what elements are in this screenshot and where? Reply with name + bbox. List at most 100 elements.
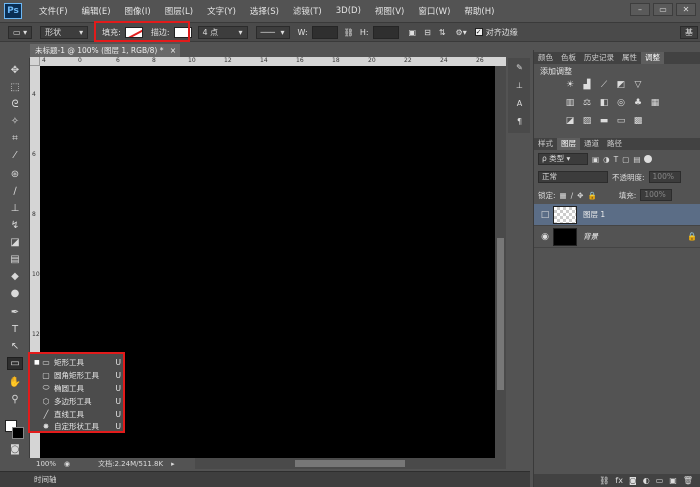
marquee-tool-icon[interactable]: ⬚ (7, 81, 23, 94)
workspace-button[interactable]: 基 (680, 25, 698, 39)
invert-icon[interactable]: ◪ (564, 116, 576, 126)
ellipse-tool-item[interactable]: ⬭ 椭圆工具 U (34, 382, 121, 394)
color-lookup-icon[interactable]: ▦ (649, 98, 661, 108)
lock-position-icon[interactable]: ✥ (577, 191, 583, 200)
new-layer-icon[interactable]: ▣ (669, 476, 677, 485)
hue-saturation-icon[interactable]: ▥ (564, 98, 576, 108)
crop-tool-icon[interactable]: ⌗ (7, 132, 23, 145)
zoom-tool-icon[interactable]: ⚲ (7, 393, 23, 406)
filter-toggle-icon[interactable] (644, 155, 653, 163)
threshold-icon[interactable]: ▬ (598, 116, 610, 126)
timeline-panel-tab[interactable]: 时间轴 (0, 471, 530, 487)
menu-file[interactable]: 文件(F) (32, 5, 75, 17)
tab-channels[interactable]: 通道 (580, 138, 603, 150)
chevron-right-icon[interactable]: ▸ (171, 460, 175, 468)
path-arrangement-icon[interactable]: ⇅ (439, 28, 446, 37)
tab-history[interactable]: 历史记录 (580, 52, 618, 64)
menu-select[interactable]: 选择(S) (243, 5, 286, 17)
visibility-toggle[interactable]: □ (537, 210, 553, 220)
menu-image[interactable]: 图像(I) (118, 5, 158, 17)
document-tab[interactable]: 未标题-1 @ 100% (图层 1, RGB/8) * × (30, 44, 180, 57)
opacity-input[interactable]: 100% (648, 171, 681, 183)
menu-edit[interactable]: 编辑(E) (75, 5, 118, 17)
type-tool-icon[interactable]: T (7, 323, 23, 336)
rounded-rectangle-tool-item[interactable]: ▢ 圆角矩形工具 U (34, 369, 121, 381)
eye-icon[interactable]: ◉ (537, 232, 553, 242)
width-input[interactable] (311, 25, 338, 39)
curves-icon[interactable]: ⟋ (598, 80, 610, 90)
brush-presets-icon[interactable]: ✎ (514, 62, 525, 73)
menu-help[interactable]: 帮助(H) (457, 5, 501, 17)
minimize-button[interactable]: – (630, 3, 650, 16)
black-white-icon[interactable]: ◧ (598, 98, 610, 108)
pen-tool-icon[interactable]: ✒ (7, 306, 23, 319)
layer-style-icon[interactable]: fx (615, 476, 623, 485)
healing-brush-tool-icon[interactable]: ⊛ (7, 168, 23, 181)
paragraph-icon[interactable]: ¶ (514, 116, 525, 127)
character-icon[interactable]: A (514, 98, 525, 109)
link-icon[interactable]: ⛓ (344, 28, 354, 37)
gear-icon[interactable]: ⚙▾ (456, 28, 467, 37)
fill-input[interactable]: 100% (640, 189, 673, 201)
background-color-swatch[interactable] (12, 427, 24, 439)
rectangle-tool-icon[interactable]: ▭ (7, 357, 23, 370)
tab-layers[interactable]: 图层 (557, 138, 580, 150)
blend-mode-select[interactable]: 正常 (538, 171, 608, 183)
channel-mixer-icon[interactable]: ♣ (632, 98, 644, 108)
tool-preset-picker[interactable]: ▭ ▾ (8, 25, 33, 39)
restore-button[interactable]: ▭ (653, 3, 673, 16)
lasso-tool-icon[interactable]: ᘓ (7, 98, 23, 111)
scrollbar-thumb[interactable] (497, 238, 504, 390)
mode-select[interactable]: 形状 ▾ (40, 25, 89, 39)
layer-mask-icon[interactable]: ◙ (629, 476, 637, 485)
vibrance-icon[interactable]: ▽ (632, 80, 644, 90)
move-tool-icon[interactable]: ✥ (7, 64, 23, 77)
dodge-tool-icon[interactable]: ● (7, 287, 23, 300)
vertical-scrollbar[interactable] (495, 66, 506, 458)
adjustment-layer-icon[interactable]: ◐ (643, 476, 650, 485)
gradient-map-icon[interactable]: ▭ (615, 116, 627, 126)
exposure-icon[interactable]: ◩ (615, 80, 627, 90)
path-selection-tool-icon[interactable]: ↖ (7, 340, 23, 353)
blur-tool-icon[interactable]: ◆ (7, 270, 23, 283)
menu-layer[interactable]: 图层(L) (158, 5, 200, 17)
menu-3d[interactable]: 3D(D) (329, 6, 368, 16)
scrollbar-thumb[interactable] (295, 460, 405, 467)
trash-icon[interactable]: 🗑 (683, 476, 693, 485)
color-balance-icon[interactable]: ⚖ (581, 98, 593, 108)
menu-type[interactable]: 文字(Y) (200, 5, 243, 17)
filter-type-icon[interactable]: T (614, 155, 619, 164)
filter-pixel-icon[interactable]: ▣ (592, 155, 599, 164)
height-input[interactable] (372, 25, 399, 39)
clone-source-icon[interactable]: ⊥ (514, 80, 525, 91)
tab-paths[interactable]: 路径 (603, 138, 626, 150)
tab-properties[interactable]: 属性 (618, 52, 641, 64)
new-group-icon[interactable]: ▭ (656, 476, 664, 485)
horizontal-scrollbar[interactable] (195, 458, 506, 469)
tab-styles[interactable]: 样式 (534, 138, 557, 150)
tab-color[interactable]: 颜色 (534, 52, 557, 64)
stroke-type-select[interactable]: ─── ▾ (255, 25, 290, 39)
menu-window[interactable]: 窗口(W) (411, 5, 457, 17)
hand-tool-icon[interactable]: ✋ (7, 376, 23, 389)
tab-swatches[interactable]: 色板 (557, 52, 580, 64)
brightness-contrast-icon[interactable]: ☀ (564, 80, 576, 90)
menu-filter[interactable]: 滤镜(T) (286, 5, 329, 17)
layer-row[interactable]: ◉ 背景 🔒 (534, 226, 700, 248)
line-tool-item[interactable]: ╱ 直线工具 U (34, 408, 121, 420)
custom-shape-tool-item[interactable]: ✸ 自定形状工具 U (34, 420, 121, 432)
selective-color-icon[interactable]: ▩ (632, 116, 644, 126)
path-alignment-icon[interactable]: ⊟ (424, 28, 431, 37)
path-operations-icon[interactable]: ▣ (409, 28, 417, 37)
close-button[interactable]: ✕ (676, 3, 696, 16)
photo-filter-icon[interactable]: ◎ (615, 98, 627, 108)
filter-adjustment-icon[interactable]: ◑ (603, 155, 610, 164)
posterize-icon[interactable]: ▨ (581, 116, 593, 126)
lock-all-icon[interactable]: 🔒 (587, 191, 596, 200)
align-edges-checkbox[interactable]: ✓ (474, 28, 483, 36)
clone-stamp-tool-icon[interactable]: ⊥ (7, 202, 23, 215)
layer-filter-select[interactable]: ρ 类型 ▾ (538, 153, 588, 165)
filter-shape-icon[interactable]: ▢ (622, 155, 629, 164)
layer-row[interactable]: □ 图层 1 (534, 204, 700, 226)
rectangle-tool-item[interactable]: ■ ▭ 矩形工具 U (34, 356, 121, 368)
